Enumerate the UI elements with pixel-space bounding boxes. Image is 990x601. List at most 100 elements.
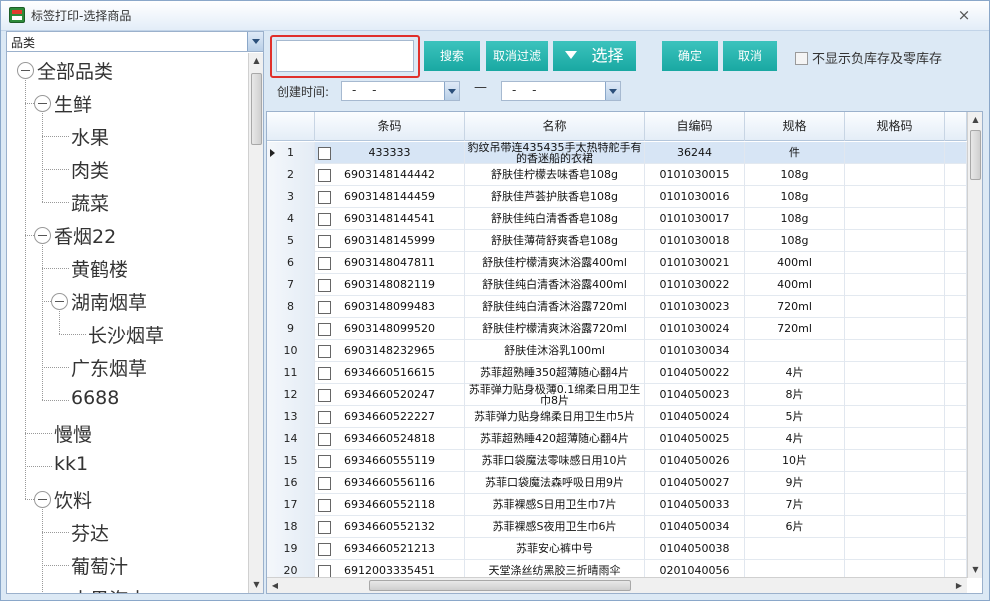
row-number: 12 — [267, 384, 315, 406]
row-checkbox[interactable] — [318, 279, 331, 292]
table-row[interactable]: 8 6903148099483 舒肤佳纯白清香沐浴露720ml 0101030023 7… — [267, 296, 967, 318]
table-row[interactable]: 5 6903148145999 舒肤佳薄荷舒爽香皂108g 0101030018 108… — [267, 230, 967, 252]
cancel-filter-button[interactable]: 取消过滤 — [486, 41, 548, 71]
row-checkbox[interactable] — [318, 257, 331, 270]
tree-node[interactable]: 黄鹤楼 — [71, 255, 128, 282]
scroll-thumb[interactable] — [970, 130, 981, 180]
calendar-dropdown-icon[interactable] — [444, 82, 459, 100]
cancel-button[interactable]: 取消 — [723, 41, 777, 71]
calendar-dropdown-icon[interactable] — [605, 82, 620, 100]
date-from-picker[interactable]: - - — [341, 81, 460, 101]
column-header[interactable]: 自编码 — [645, 112, 745, 141]
hide-negative-stock-option[interactable]: 不显示负库存及零库存 — [795, 48, 942, 67]
row-checkbox[interactable] — [318, 543, 331, 556]
row-checkbox[interactable] — [318, 521, 331, 534]
collapse-icon[interactable] — [17, 62, 34, 79]
tree-node[interactable]: 水果 — [71, 123, 109, 150]
table-row[interactable]: 17 6934660552118 苏菲裸感S日用卫生巾7片 0104050033 7片 — [267, 494, 967, 516]
confirm-button[interactable]: 确定 — [662, 41, 718, 71]
table-row[interactable]: 19 6934660521213 苏菲安心裤中号 0104050038 — [267, 538, 967, 560]
column-header[interactable] — [267, 112, 315, 141]
tree-node[interactable]: 6688 — [71, 387, 119, 409]
row-checkbox[interactable] — [318, 301, 331, 314]
row-checkbox[interactable] — [318, 213, 331, 226]
scroll-down-icon[interactable]: ▼ — [249, 577, 264, 593]
scroll-left-icon[interactable]: ◀ — [267, 578, 283, 593]
table-row[interactable]: 12 6934660520247 苏菲弹力贴身极薄0.1绵柔日用卫生巾8片 01040… — [267, 384, 967, 406]
column-header[interactable] — [945, 112, 967, 141]
column-header[interactable]: 规格码 — [845, 112, 945, 141]
row-checkbox[interactable] — [318, 345, 331, 358]
row-checkbox[interactable] — [318, 323, 331, 336]
tree-node[interactable]: 水果汽水 — [71, 585, 147, 593]
category-pane: 品类 全部品类生鲜水果肉类蔬菜香烟22 黄鹤楼湖南烟草长沙烟草广东烟草 6688 慢慢… — [6, 31, 264, 594]
tree-node[interactable]: 湖南烟草 — [71, 288, 147, 315]
row-checkbox[interactable] — [318, 235, 331, 248]
tree-node[interactable]: 慢慢 — [54, 420, 92, 447]
row-checkbox[interactable] — [318, 169, 331, 182]
table-row[interactable]: 10 6903148232965 舒肤佳沐浴乳100ml 0101030034 — [267, 340, 967, 362]
extra-cell — [945, 384, 967, 406]
row-checkbox[interactable] — [318, 433, 331, 446]
tree-node[interactable]: kk1 — [54, 453, 88, 475]
table-row[interactable]: 20 6912003335451 天堂涤丝纺黑胶三折晴雨伞 0201040056 — [267, 560, 967, 578]
table-row[interactable]: 3 6903148144459 舒肤佳芦荟护肤香皂108g 0101030016 108… — [267, 186, 967, 208]
scroll-up-icon[interactable]: ▲ — [249, 53, 264, 69]
hide-negative-stock-checkbox[interactable] — [795, 52, 808, 65]
scroll-down-icon[interactable]: ▼ — [968, 562, 982, 578]
table-row[interactable]: 11 6934660516615 苏菲超熟睡350超薄随心翻4片 0104050022… — [267, 362, 967, 384]
scroll-thumb[interactable] — [251, 73, 262, 145]
table-row[interactable]: 9 6903148099520 舒肤佳柠檬清爽沐浴露720ml 0101030024 7… — [267, 318, 967, 340]
column-header[interactable]: 名称 — [465, 112, 645, 141]
tree-node[interactable]: 葡萄汁 — [71, 552, 128, 579]
collapse-icon[interactable] — [51, 293, 68, 310]
date-to-picker[interactable]: - - — [501, 81, 621, 101]
table-row[interactable]: 1 433333 豹纹吊带连435435手太热特舵手有的香迷船的衣裙 36244 件 — [267, 142, 967, 164]
table-row[interactable]: 7 6903148082119 舒肤佳纯白清香沐浴露400ml 0101030022 4… — [267, 274, 967, 296]
row-checkbox[interactable] — [318, 147, 331, 160]
table-row[interactable]: 13 6934660522227 苏菲弹力贴身绵柔日用卫生巾5片 0104050024… — [267, 406, 967, 428]
close-button[interactable]: × — [955, 6, 973, 24]
grid-vertical-scrollbar[interactable]: ▲ ▼ — [967, 112, 982, 578]
column-header[interactable]: 规格 — [745, 112, 845, 141]
tree-node[interactable]: 香烟22 — [54, 222, 116, 249]
row-checkbox[interactable] — [318, 191, 331, 204]
row-checkbox[interactable] — [318, 389, 331, 402]
scroll-right-icon[interactable]: ▶ — [951, 578, 967, 593]
collapse-icon[interactable] — [34, 491, 51, 508]
tree-node[interactable]: 生鲜 — [54, 90, 92, 117]
tree-node[interactable]: 芬达 — [71, 519, 109, 546]
row-checkbox[interactable] — [318, 367, 331, 380]
name-cell: 苏菲裸感S日用卫生巾7片 — [465, 494, 645, 516]
row-checkbox[interactable] — [318, 411, 331, 424]
search-button[interactable]: 搜索 — [424, 41, 480, 71]
tree-node[interactable]: 广东烟草 — [71, 354, 147, 381]
table-row[interactable]: 16 6934660556116 苏菲口袋魔法森呼吸日用9片 0104050027 9片 — [267, 472, 967, 494]
table-row[interactable]: 14 6934660524818 苏菲超熟睡420超薄随心翻4片 0104050025… — [267, 428, 967, 450]
collapse-icon[interactable] — [34, 95, 51, 112]
tree-node[interactable]: 蔬菜 — [71, 189, 109, 216]
table-row[interactable]: 6 6903148047811 舒肤佳柠檬清爽沐浴露400ml 0101030021 4… — [267, 252, 967, 274]
table-row[interactable]: 2 6903148144442 舒肤佳柠檬去味香皂108g 0101030015 108… — [267, 164, 967, 186]
row-number: 8 — [267, 296, 315, 318]
row-checkbox[interactable] — [318, 499, 331, 512]
tree-scrollbar[interactable]: ▲ ▼ — [248, 53, 263, 593]
column-header[interactable]: 条码 — [315, 112, 465, 141]
table-row[interactable]: 18 6934660552132 苏菲裸感S夜用卫生巾6片 0104050034 6片 — [267, 516, 967, 538]
scroll-up-icon[interactable]: ▲ — [968, 112, 982, 128]
category-select[interactable]: 品类 — [7, 32, 263, 52]
row-checkbox[interactable] — [318, 455, 331, 468]
grid-horizontal-scrollbar[interactable]: ◀ ▶ — [267, 577, 967, 593]
tree-node[interactable]: 长沙烟草 — [88, 321, 164, 348]
hscroll-thumb[interactable] — [369, 580, 631, 591]
collapse-icon[interactable] — [34, 227, 51, 244]
tree-node[interactable]: 饮料 — [54, 486, 92, 513]
select-button[interactable]: 选择 — [553, 41, 636, 71]
tree-node[interactable]: 肉类 — [71, 156, 109, 183]
table-row[interactable]: 15 6934660555119 苏菲口袋魔法零味感日用10片 0104050026 1… — [267, 450, 967, 472]
chevron-down-icon[interactable] — [247, 32, 263, 51]
table-row[interactable]: 4 6903148144541 舒肤佳纯白清香香皂108g 0101030017 108… — [267, 208, 967, 230]
tree-node[interactable]: 全部品类 — [37, 57, 113, 84]
extra-cell — [945, 494, 967, 516]
row-checkbox[interactable] — [318, 477, 331, 490]
